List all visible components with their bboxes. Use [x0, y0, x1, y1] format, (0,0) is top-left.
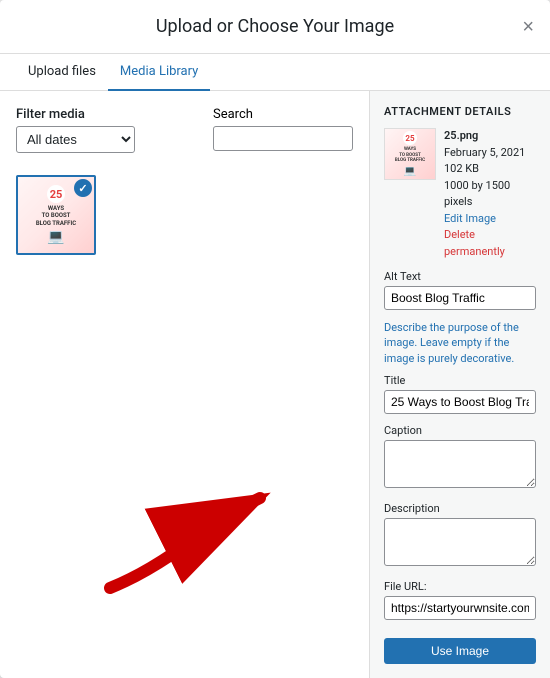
- description-textarea[interactable]: [384, 518, 536, 566]
- modal-tabs: Upload files Media Library: [0, 54, 550, 91]
- right-panel: ATTACHMENT DETAILS 25 WAYSTO BOOSTBLOG T…: [370, 91, 550, 678]
- modal-title: Upload or Choose Your Image: [156, 16, 394, 37]
- media-item-selected[interactable]: 25 WAYSTO BOOSTBLOG TRAFFIC 💻 ✓: [16, 175, 96, 255]
- close-button[interactable]: ×: [522, 17, 534, 37]
- file-url-input[interactable]: [384, 596, 536, 620]
- selected-checkmark: ✓: [74, 179, 92, 197]
- title-group: Title: [384, 374, 536, 414]
- filter-label: Filter media: [16, 107, 135, 122]
- alt-text-input[interactable]: [384, 286, 536, 310]
- title-input[interactable]: [384, 390, 536, 414]
- alt-text-group: Alt Text: [384, 270, 536, 310]
- laptop-icon: 💻: [47, 229, 64, 245]
- attachment-dimensions: 1000 by 1500 pixels: [444, 179, 510, 209]
- description-label: Description: [384, 502, 536, 515]
- describe-purpose-link[interactable]: Describe the purpose of the image. Leave…: [384, 320, 536, 366]
- attachment-info: 25.png February 5, 2021 102 KB 1000 by 1…: [444, 128, 536, 260]
- use-image-button[interactable]: Use Image: [384, 638, 536, 664]
- attach-laptop-icon: 💻: [404, 166, 416, 177]
- attach-thumb-number: 25: [403, 131, 417, 145]
- modal-body: Filter media All dates February 2021 Jan…: [0, 91, 550, 678]
- thumb-number: 25: [47, 185, 65, 203]
- attachment-preview: 25 WAYSTO BOOSTBLOG TRAFFIC 💻 25.png Feb…: [384, 128, 536, 260]
- edit-image-link[interactable]: Edit Image: [444, 211, 536, 228]
- left-panel: Filter media All dates February 2021 Jan…: [0, 91, 370, 678]
- attachment-date: February 5, 2021: [444, 146, 525, 159]
- attachment-size: 102 KB: [444, 162, 479, 175]
- alt-text-label: Alt Text: [384, 270, 536, 283]
- tab-media-library[interactable]: Media Library: [108, 54, 210, 91]
- attachment-details-label: ATTACHMENT DETAILS: [384, 105, 536, 118]
- date-filter-select[interactable]: All dates February 2021 January 2021: [16, 126, 135, 153]
- arrow-indicator: [80, 478, 280, 598]
- filter-section: Filter media All dates February 2021 Jan…: [16, 107, 135, 153]
- upload-modal: Upload or Choose Your Image × Upload fil…: [0, 0, 550, 678]
- attach-thumb-text: WAYSTO BOOSTBLOG TRAFFIC: [395, 147, 425, 163]
- search-input[interactable]: [213, 126, 353, 151]
- tab-upload[interactable]: Upload files: [16, 54, 108, 91]
- search-section: Search: [213, 107, 353, 151]
- file-url-group: File URL:: [384, 580, 536, 620]
- file-url-label: File URL:: [384, 580, 536, 593]
- delete-permanently-link[interactable]: Delete permanently: [444, 227, 536, 260]
- thumb-text-line1: WAYSTO BOOSTBLOG TRAFFIC: [36, 205, 76, 227]
- media-grid: 25 WAYSTO BOOSTBLOG TRAFFIC 💻 ✓: [16, 175, 353, 255]
- filter-search-row: Filter media All dates February 2021 Jan…: [16, 107, 353, 163]
- title-label: Title: [384, 374, 536, 387]
- caption-textarea[interactable]: [384, 440, 536, 488]
- caption-label: Caption: [384, 424, 536, 437]
- search-label: Search: [213, 107, 353, 122]
- modal-header: Upload or Choose Your Image ×: [0, 0, 550, 54]
- attachment-filename: 25.png: [444, 129, 478, 142]
- attachment-thumbnail: 25 WAYSTO BOOSTBLOG TRAFFIC 💻: [384, 128, 436, 180]
- description-group: Description: [384, 502, 536, 570]
- caption-group: Caption: [384, 424, 536, 492]
